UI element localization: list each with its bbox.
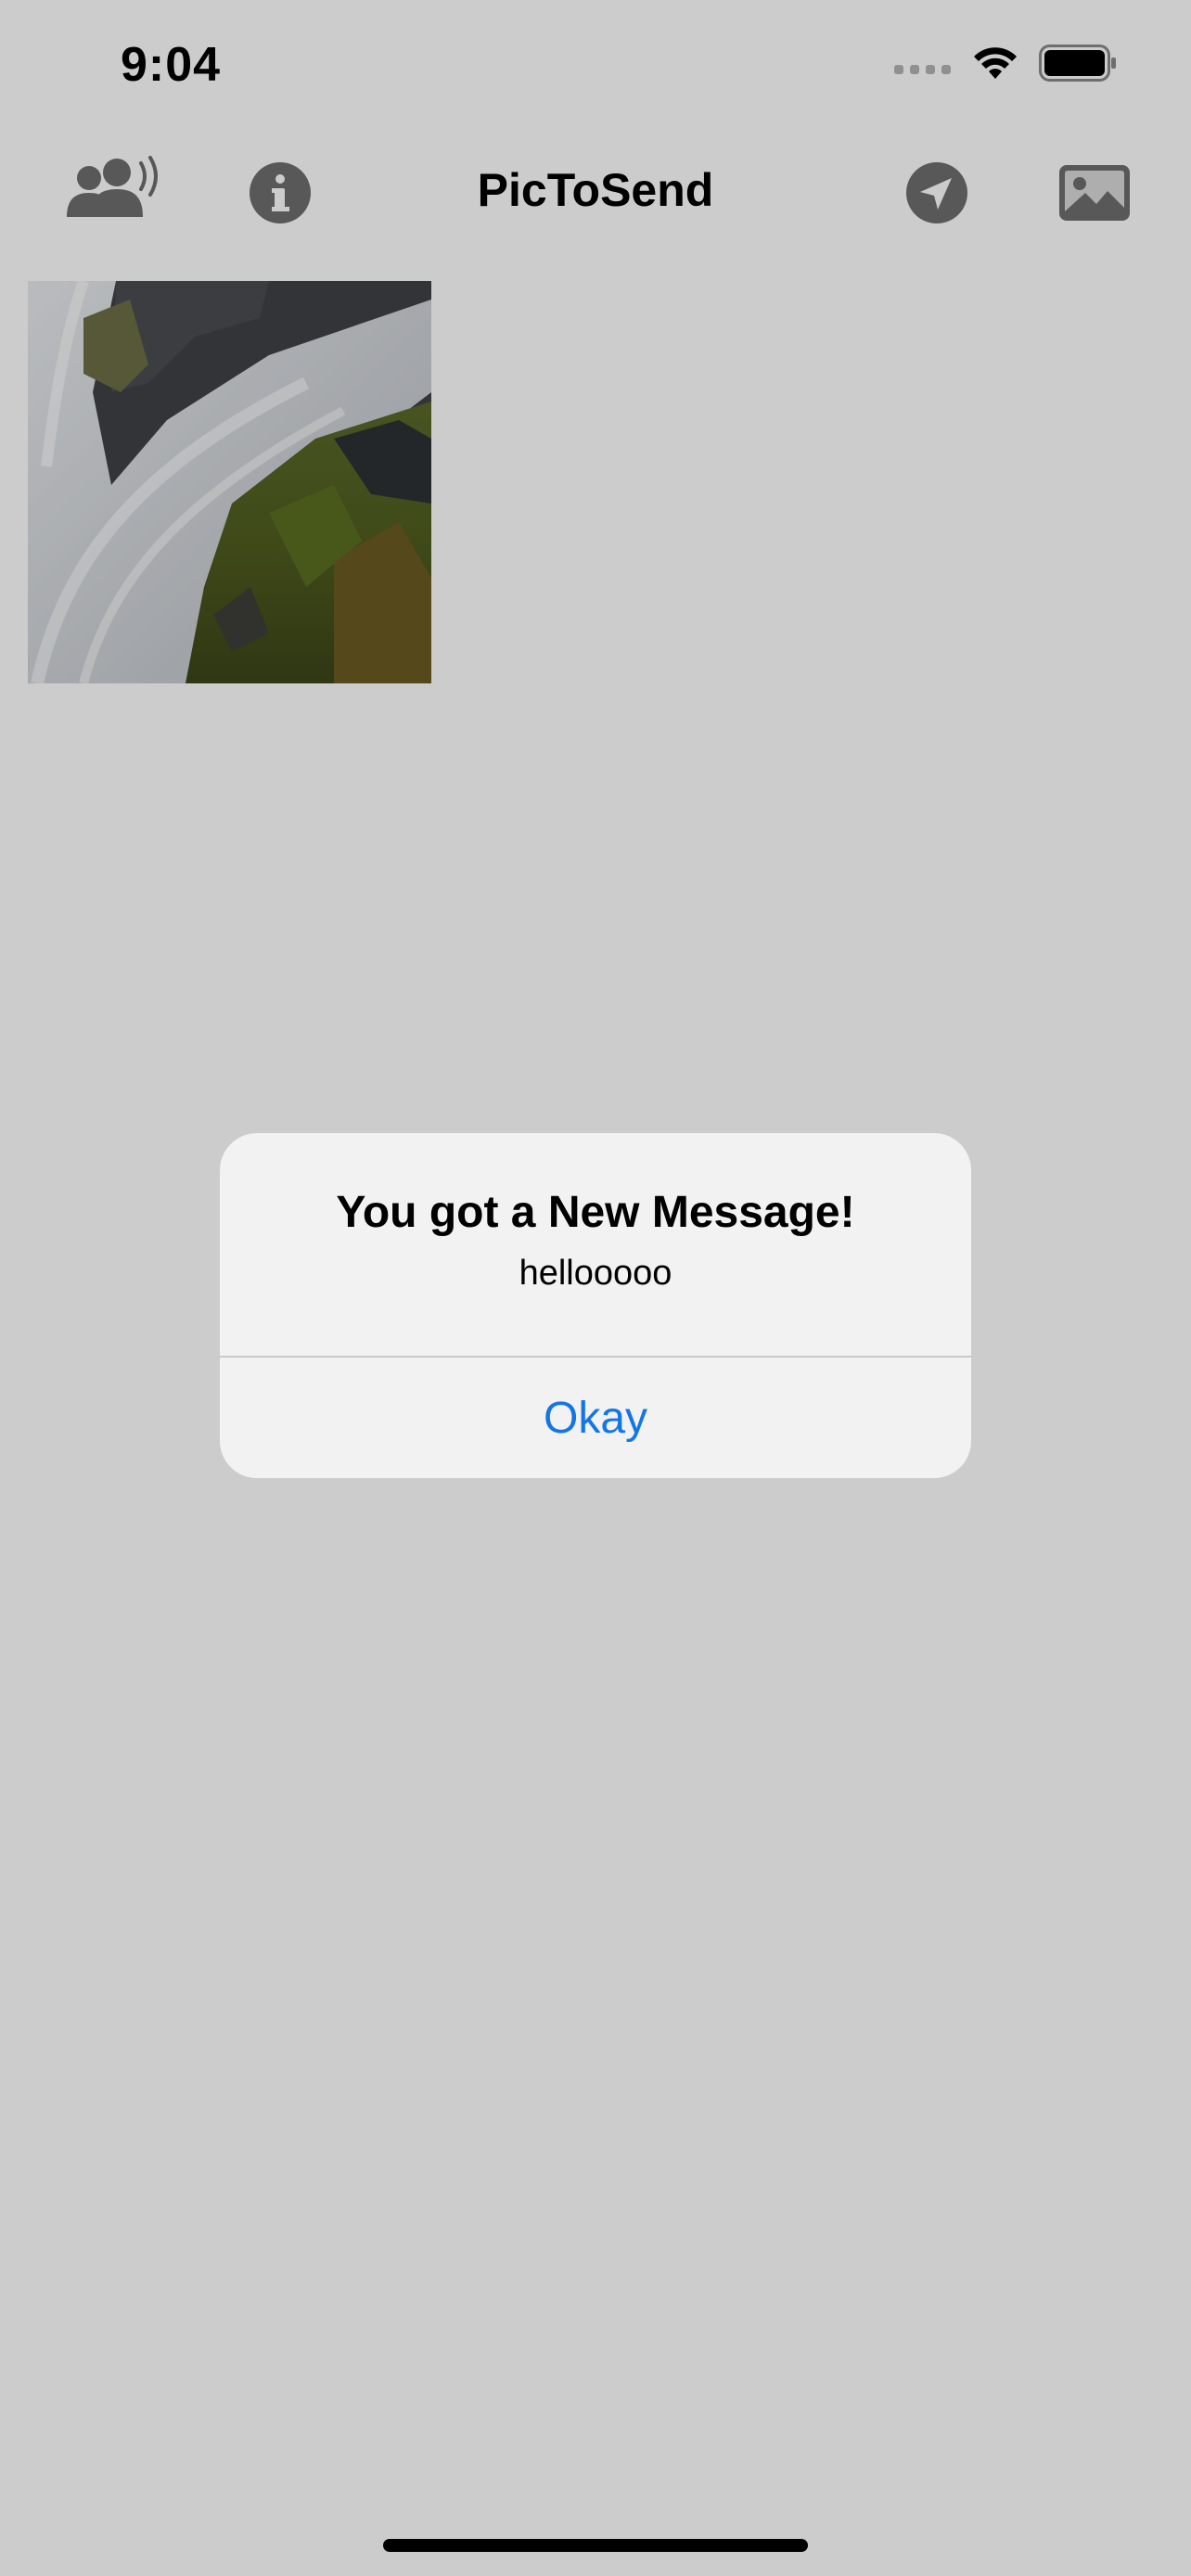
app-screen: 9:04 PicToSend You got a New Message! he… [0,0,1191,2576]
home-indicator[interactable] [383,2539,808,2552]
alert-dialog: You got a New Message! hellooooo Okay [220,1133,971,1478]
alert-title: You got a New Message! [336,1188,855,1237]
okay-button[interactable]: Okay [220,1358,971,1478]
alert-message: hellooooo [519,1254,672,1293]
